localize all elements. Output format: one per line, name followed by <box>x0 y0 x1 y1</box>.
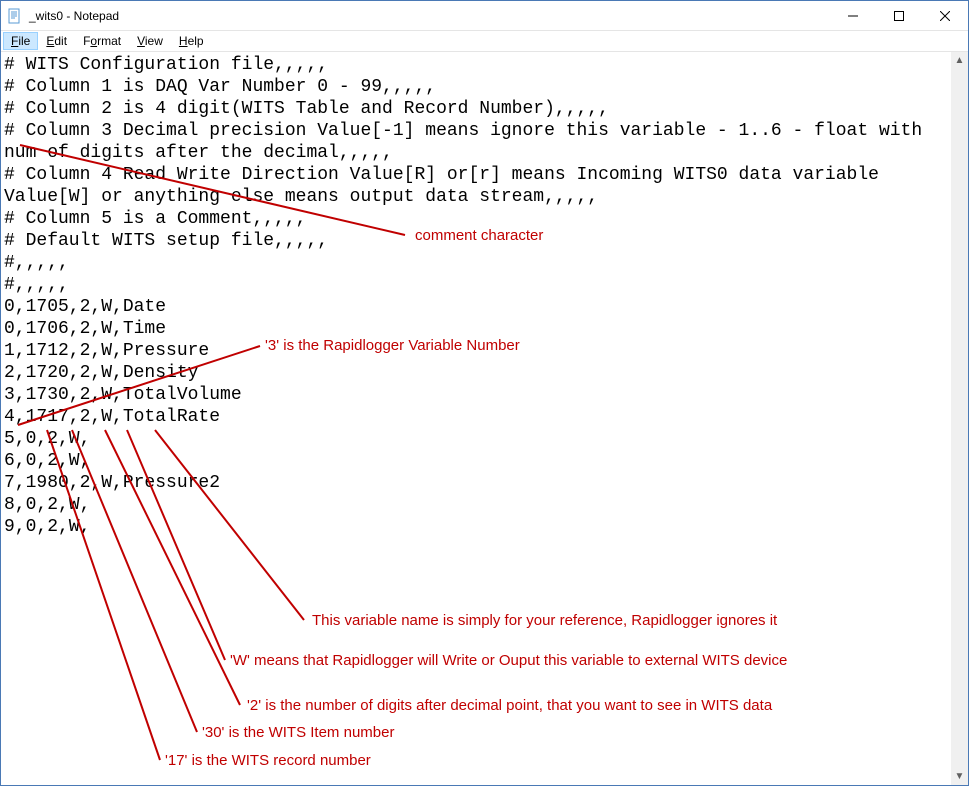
menu-format[interactable]: Format <box>75 32 129 50</box>
text-editor[interactable]: # WITS Configuration file,,,,, # Column … <box>1 52 950 785</box>
scroll-up-arrow[interactable]: ▲ <box>951 52 968 69</box>
window-controls <box>830 1 968 30</box>
menubar: File Edit Format View Help <box>1 31 968 51</box>
menu-help[interactable]: Help <box>171 32 212 50</box>
vertical-scrollbar[interactable]: ▲ ▼ <box>951 52 968 785</box>
window-title: _wits0 - Notepad <box>29 9 830 23</box>
menu-edit[interactable]: Edit <box>38 32 75 50</box>
notepad-window: _wits0 - Notepad File Edit Format View H… <box>0 0 969 786</box>
menu-file[interactable]: File <box>3 32 38 50</box>
menu-view[interactable]: View <box>129 32 171 50</box>
close-button[interactable] <box>922 1 968 30</box>
content-area: # WITS Configuration file,,,,, # Column … <box>1 51 968 785</box>
minimize-button[interactable] <box>830 1 876 30</box>
maximize-button[interactable] <box>876 1 922 30</box>
scroll-track[interactable] <box>951 69 968 768</box>
notepad-icon <box>7 8 23 24</box>
scroll-down-arrow[interactable]: ▼ <box>951 768 968 785</box>
titlebar[interactable]: _wits0 - Notepad <box>1 1 968 31</box>
